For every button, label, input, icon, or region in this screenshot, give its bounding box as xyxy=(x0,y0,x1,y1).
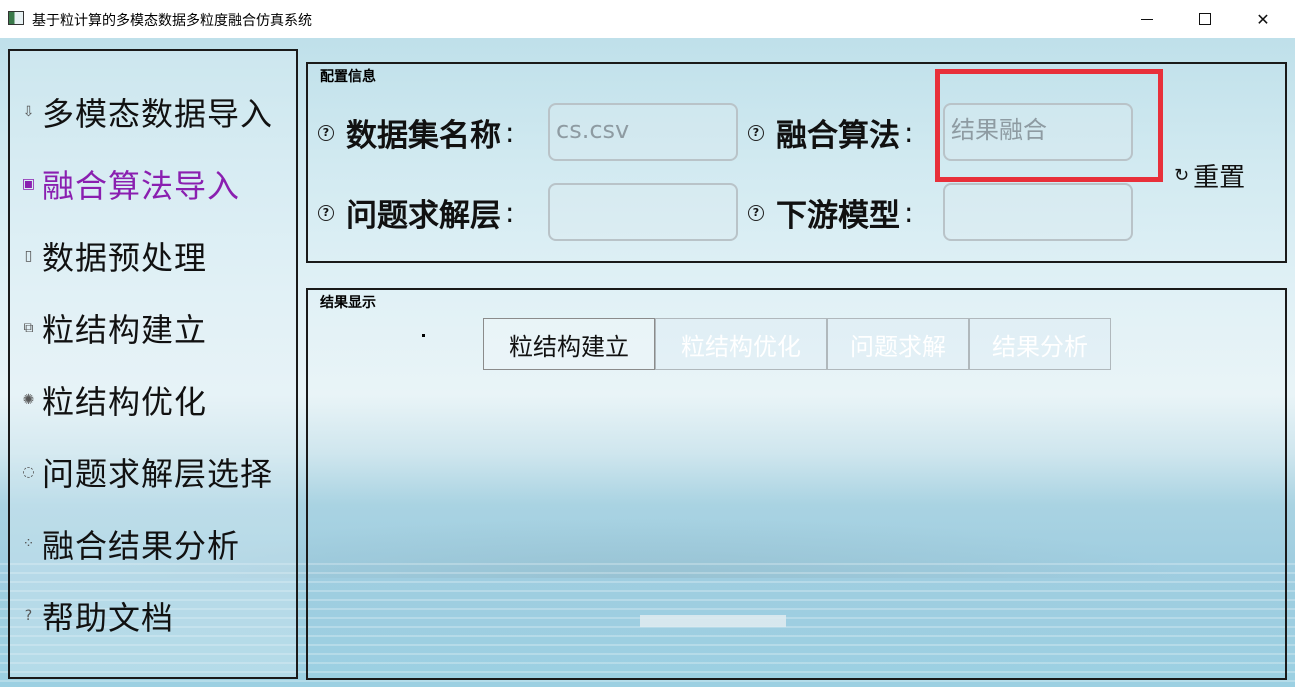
sidebar-item-help[interactable]: ? 帮助文档 xyxy=(20,593,174,639)
sidebar-item-algorithm-import[interactable]: ▣ 融合算法导入 xyxy=(20,161,240,207)
solve-layer-label: ? 问题求解层 : xyxy=(318,190,514,235)
dot-marker xyxy=(422,334,425,337)
download-icon: ⇩ xyxy=(22,104,36,120)
minimize-icon xyxy=(1141,18,1153,20)
minimize-button[interactable] xyxy=(1118,0,1176,38)
sidebar-item-label: 问题求解层选择 xyxy=(42,455,274,493)
highlight-box xyxy=(935,69,1163,182)
tab-result-analysis[interactable]: 结果分析 xyxy=(969,318,1111,370)
refresh-icon: ↻ xyxy=(1174,165,1190,186)
reset-button[interactable]: ↻ 重置 xyxy=(1174,157,1245,194)
sidebar-item-label: 融合算法导入 xyxy=(42,167,241,205)
help-icon[interactable]: ? xyxy=(318,124,334,141)
sidebar-item-structure-optimize[interactable]: ✺ 粒结构优化 xyxy=(20,377,207,423)
downstream-label: ? 下游模型 : xyxy=(748,190,913,235)
sidebar-item-solve-layer[interactable]: ◌ 问题求解层选择 xyxy=(20,449,273,495)
sidebar-item-structure-build[interactable]: ⧉ 粒结构建立 xyxy=(20,305,207,351)
sidebar-item-label: 数据预处理 xyxy=(42,239,208,277)
lightbulb-icon: ◌ xyxy=(22,464,36,480)
title-bar: 基于粒计算的多模态数据多粒度融合仿真系统 ✕ xyxy=(0,0,1295,38)
sidebar-item-label: 融合结果分析 xyxy=(42,527,241,565)
maximize-icon xyxy=(1199,13,1211,25)
window-title: 基于粒计算的多模态数据多粒度融合仿真系统 xyxy=(32,13,312,29)
sidebar-item-label: 粒结构优化 xyxy=(42,383,208,421)
tab-structure-build[interactable]: 粒结构建立 xyxy=(483,318,655,370)
tab-structure-optimize[interactable]: 粒结构优化 xyxy=(655,318,827,370)
file-gear-icon: ▯ xyxy=(24,248,34,264)
sidebar-item-multimodal-import[interactable]: ⇩ 多模态数据导入 xyxy=(20,89,273,135)
maximize-button[interactable] xyxy=(1176,0,1234,38)
help-icon[interactable]: ? xyxy=(748,204,764,221)
sidebar-nav: ⇩ 多模态数据导入 ▣ 融合算法导入 ▯ 数据预处理 ⧉ 粒结构建立 ✺ 粒结构… xyxy=(8,49,298,679)
sidebar-item-label: 帮助文档 xyxy=(42,599,175,637)
sidebar-item-label: 粒结构建立 xyxy=(42,311,208,349)
inbox-download-icon: ▣ xyxy=(21,176,37,192)
spinner-dots-icon: ⁘ xyxy=(22,536,36,552)
app-icon xyxy=(8,11,24,25)
atom-icon: ✺ xyxy=(22,392,36,408)
scrollbar-thumb[interactable] xyxy=(640,615,786,627)
sidebar-item-result-analysis[interactable]: ⁘ 融合结果分析 xyxy=(20,521,240,567)
downstream-field[interactable] xyxy=(943,183,1133,241)
help-icon[interactable]: ? xyxy=(318,204,334,221)
sidebar-item-label: 多模态数据导入 xyxy=(42,95,274,133)
close-icon: ✕ xyxy=(1256,9,1270,29)
result-group-title: 结果显示 xyxy=(320,295,376,311)
dataset-field[interactable]: cs.csv xyxy=(548,103,738,161)
help-icon[interactable]: ? xyxy=(748,124,764,141)
dataset-label: ? 数据集名称 : xyxy=(318,110,514,155)
close-button[interactable]: ✕ xyxy=(1234,0,1292,38)
sidebar-item-preprocessing[interactable]: ▯ 数据预处理 xyxy=(20,233,207,279)
config-group-title: 配置信息 xyxy=(320,69,376,85)
solve-layer-field[interactable] xyxy=(548,183,738,241)
help-circle-icon: ? xyxy=(24,608,34,624)
copy-plus-icon: ⧉ xyxy=(23,320,35,336)
algorithm-label: ? 融合算法 : xyxy=(748,110,913,155)
tab-problem-solve[interactable]: 问题求解 xyxy=(827,318,969,370)
